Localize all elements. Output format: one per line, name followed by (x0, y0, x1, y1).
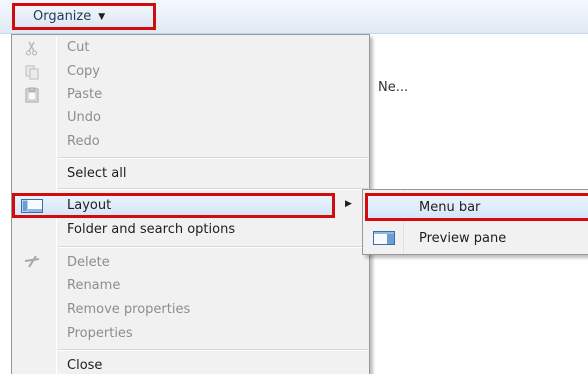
menu-separator (58, 157, 368, 159)
menu-item-redo[interactable]: Redo (12, 131, 369, 153)
scissors-icon (23, 40, 41, 56)
menu-item-label: Folder and search options (67, 222, 236, 237)
layout-icon (21, 199, 43, 217)
menu-item-label: Paste (67, 87, 103, 102)
clipboard-icon (23, 87, 41, 103)
menu-item-label: Undo (67, 110, 101, 125)
preview-pane-icon (373, 231, 395, 249)
menu-item-label: Properties (67, 326, 133, 341)
menu-item-label: Rename (67, 278, 121, 293)
folder-item-label: Ne... (378, 80, 409, 95)
copy-icon (23, 64, 41, 80)
menu-item-label: Delete (67, 255, 110, 270)
menu-item-rename[interactable]: Rename (12, 275, 369, 297)
menu-item-select-all[interactable]: Select all (12, 163, 369, 185)
menu-item-remove-properties[interactable]: Remove properties (12, 299, 369, 321)
menu-item-label: Redo (67, 134, 100, 149)
menu-item-label: Copy (67, 64, 100, 79)
command-bar: Organize ▼ (0, 0, 588, 34)
delete-icon (23, 255, 41, 271)
menu-item-delete[interactable]: Delete (12, 252, 369, 274)
menu-separator (58, 349, 368, 351)
submenu-item-preview-pane[interactable]: Preview pane (365, 226, 588, 252)
menu-item-label: Remove properties (67, 302, 191, 317)
menu-item-folder-options[interactable]: Folder and search options (12, 219, 369, 241)
menu-item-label: Layout (67, 198, 112, 213)
menu-separator (58, 188, 368, 190)
submenu-arrow-icon: ▶ (345, 199, 352, 209)
chevron-down-icon: ▼ (98, 11, 106, 22)
menu-item-copy[interactable]: Copy (12, 61, 369, 83)
submenu-item-label: Menu bar (419, 200, 481, 215)
menu-item-properties[interactable]: Properties (12, 323, 369, 345)
menu-item-label: Select all (67, 166, 127, 181)
submenu-item-menu-bar[interactable]: Menu bar (365, 193, 588, 221)
menu-item-close[interactable]: Close (12, 355, 369, 374)
menu-item-cut[interactable]: Cut (12, 37, 369, 59)
menu-item-undo[interactable]: Undo (12, 107, 369, 129)
layout-submenu: Menu bar Preview pane (362, 189, 588, 255)
menu-item-label: Cut (67, 40, 90, 55)
menu-item-layout[interactable]: Layout (12, 193, 335, 218)
menu-item-paste[interactable]: Paste (12, 84, 369, 106)
organize-menu: Cut Copy Paste Undo Redo Select all Layo… (11, 34, 370, 374)
submenu-item-label: Preview pane (419, 231, 507, 246)
menu-separator (58, 246, 368, 248)
menu-item-label: Close (67, 358, 103, 373)
organize-button[interactable]: Organize ▼ (12, 3, 156, 30)
organize-label: Organize (33, 9, 92, 24)
